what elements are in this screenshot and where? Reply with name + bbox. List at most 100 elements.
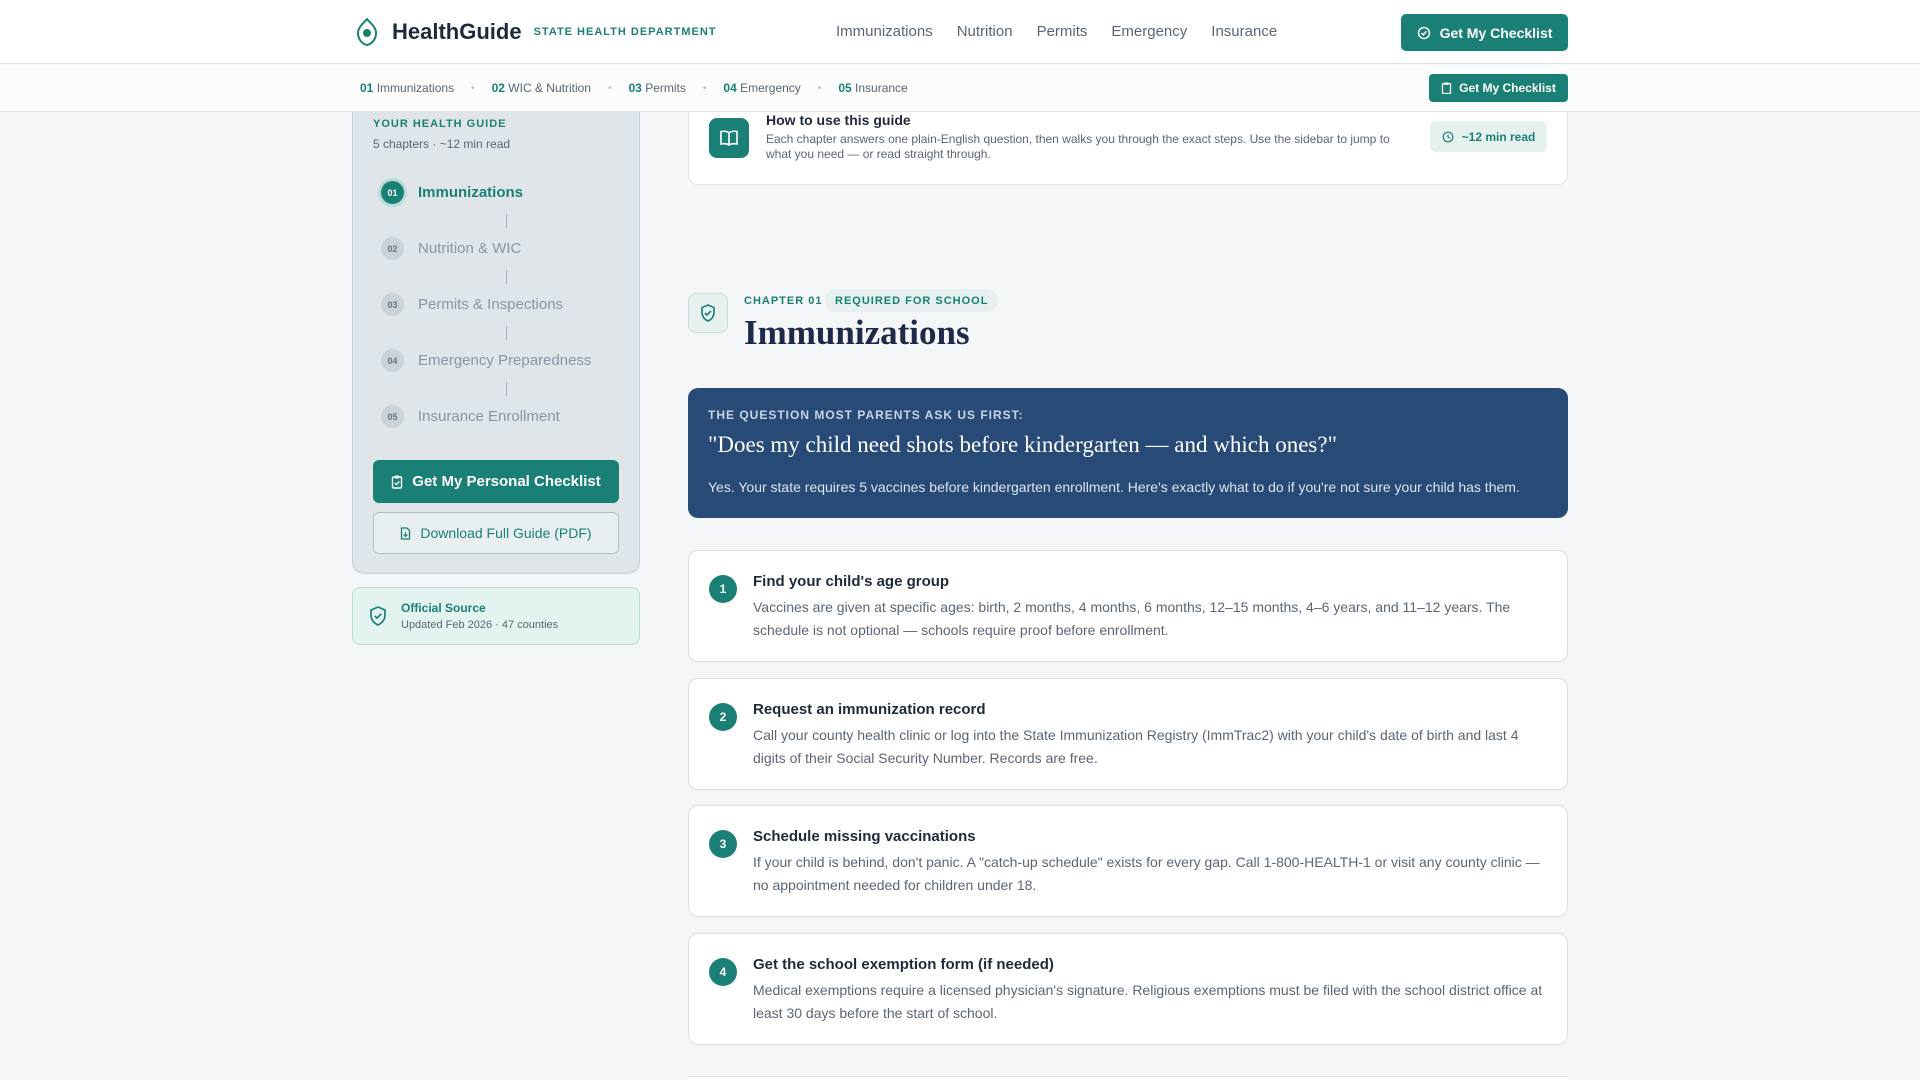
strip-num: 03	[628, 81, 642, 95]
next-card-edge	[688, 1076, 1568, 1080]
strip-item-emergency[interactable]: 04 Emergency	[723, 81, 800, 95]
how-to-card: How to use this guide Each chapter answe…	[688, 112, 1568, 185]
shield-icon	[688, 293, 728, 333]
top-header: HealthGuide STATE HEALTH DEPARTMENT Immu…	[0, 0, 1920, 64]
nav-insurance[interactable]: Insurance	[1211, 23, 1277, 40]
hero-kicker: THE QUESTION MOST PARENTS ASK US FIRST:	[708, 408, 1024, 422]
step-number: 3	[709, 830, 737, 858]
strip-num: 04	[723, 81, 737, 95]
sidebar-item-label: Immunizations	[418, 184, 524, 201]
personal-checklist-button[interactable]: Get My Personal Checklist	[373, 460, 619, 503]
nav-immunizations[interactable]: Immunizations	[836, 23, 933, 40]
how-to-title: How to use this guide	[766, 112, 911, 128]
read-time-label: ~12 min read	[1461, 129, 1536, 144]
strip-item-permits[interactable]: 03 Permits	[629, 81, 686, 95]
chapter-kicker: CHAPTER 01	[744, 295, 823, 307]
sidebar-item-immunizations[interactable]: 01 Immunizations	[381, 181, 523, 204]
strip-item-immunizations[interactable]: 01 Immunizations	[360, 81, 454, 95]
step-number: 2	[709, 703, 737, 731]
strip-checklist-label: Get My Checklist	[1459, 81, 1556, 95]
sidebar-item-label: Insurance Enrollment	[418, 408, 560, 425]
sidebar-item-number: 02	[381, 237, 404, 260]
read-time-badge: ~12 min read	[1430, 121, 1547, 152]
step-number: 4	[709, 958, 737, 986]
official-source-card: Official Source Updated Feb 2026 · 47 co…	[352, 587, 640, 645]
strip-item-insurance[interactable]: 05 Insurance	[838, 81, 907, 95]
chapter-title: Immunizations	[744, 313, 970, 352]
strip-label: Permits	[645, 81, 686, 95]
sidebar-item-insurance[interactable]: 05 Insurance Enrollment	[381, 405, 560, 428]
sidebar-item-label: Nutrition & WIC	[418, 240, 522, 257]
required-badge: REQUIRED FOR SCHOOL	[825, 289, 999, 312]
step-card: 1 Find your child's age group Vaccines a…	[688, 550, 1568, 662]
sidebar-item-number: 03	[381, 293, 404, 316]
sidebar-item-number: 04	[381, 349, 404, 372]
source-title: Official Source	[401, 601, 486, 615]
strip-label: WIC & Nutrition	[508, 81, 591, 95]
step-card: 2 Request an immunization record Call yo…	[688, 678, 1568, 790]
step-text: Medical exemptions require a licensed ph…	[753, 982, 1543, 1021]
strip-separator: •	[471, 82, 475, 94]
download-guide-label: Download Full Guide (PDF)	[420, 525, 592, 541]
question-hero: THE QUESTION MOST PARENTS ASK US FIRST: …	[688, 388, 1568, 518]
brand-name: HealthGuide	[392, 19, 522, 44]
strip-label: Emergency	[740, 81, 801, 95]
sidebar-item-nutrition[interactable]: 02 Nutrition & WIC	[381, 237, 521, 260]
step-title: Get the school exemption form (if needed…	[753, 956, 1054, 973]
hero-question: "Does my child need shots before kinderg…	[708, 432, 1337, 457]
clipboard-icon	[1441, 82, 1452, 94]
strip-num: 01	[360, 81, 374, 95]
how-to-text: Each chapter answers one plain-English q…	[766, 132, 1390, 161]
sidebar-item-label: Permits & Inspections	[418, 296, 564, 313]
sidebar-connector	[506, 326, 507, 340]
step-card: 4 Get the school exemption form (if need…	[688, 933, 1568, 1045]
sidebar-connector	[506, 382, 507, 396]
strip-item-wic[interactable]: 02 WIC & Nutrition	[492, 81, 591, 95]
brand-subtitle: STATE HEALTH DEPARTMENT	[533, 26, 717, 38]
step-title: Find your child's age group	[753, 573, 950, 590]
step-text: If your child is behind, don't panic. A …	[753, 854, 1540, 893]
strip-separator: •	[607, 82, 612, 94]
step-text: Vaccines are given at specific ages: bir…	[753, 599, 1511, 638]
chapter-strip: 01 Immunizations • 02 WIC & Nutrition • …	[0, 65, 1920, 112]
sidebar-item-emergency[interactable]: 04 Emergency Preparedness	[381, 349, 591, 372]
strip-label: Immunizations	[376, 81, 455, 95]
clipboard-icon	[392, 475, 403, 489]
strip-label: Insurance	[855, 81, 908, 95]
get-checklist-button[interactable]: Get My Checklist	[1401, 14, 1568, 51]
step-text: Call your county health clinic or log in…	[753, 727, 1519, 766]
clock-icon	[1442, 131, 1454, 142]
nav-permits[interactable]: Permits	[1037, 23, 1088, 40]
strip-separator: •	[817, 82, 822, 94]
hero-answer: Yes. Your state requires 5 vaccines befo…	[708, 479, 1520, 495]
sidebar-item-label: Emergency Preparedness	[418, 352, 592, 369]
sidebar-connector	[506, 214, 507, 228]
sidebar-meta: 5 chapters · ~12 min read	[373, 137, 511, 151]
nav-nutrition[interactable]: Nutrition	[957, 23, 1013, 40]
step-title: Schedule missing vaccinations	[753, 828, 976, 845]
sidebar-item-number: 05	[381, 405, 404, 428]
book-icon	[709, 118, 749, 158]
chapter-strip-items: 01 Immunizations • 02 WIC & Nutrition • …	[360, 81, 908, 95]
personal-checklist-label: Get My Personal Checklist	[412, 473, 601, 490]
sidebar-item-permits[interactable]: 03 Permits & Inspections	[381, 293, 563, 316]
check-circle-icon	[1417, 26, 1430, 39]
brand[interactable]: HealthGuide STATE HEALTH DEPARTMENT	[356, 18, 716, 46]
strip-separator: •	[702, 82, 707, 94]
sidebar-title: YOUR HEALTH GUIDE	[373, 118, 507, 130]
sidebar-connector	[506, 270, 507, 284]
logo-icon	[356, 18, 378, 46]
source-meta: Updated Feb 2026 · 47 counties	[401, 619, 559, 631]
shield-check-icon	[370, 606, 386, 626]
strip-num: 05	[838, 81, 852, 95]
sidebar: YOUR HEALTH GUIDE 5 chapters · ~12 min r…	[352, 112, 640, 574]
step-number: 1	[709, 575, 737, 603]
strip-num: 02	[491, 81, 505, 95]
nav-emergency[interactable]: Emergency	[1111, 23, 1187, 40]
main-nav: Immunizations Nutrition Permits Emergenc…	[836, 23, 1301, 40]
strip-checklist-button[interactable]: Get My Checklist	[1429, 74, 1568, 102]
step-title: Request an immunization record	[753, 701, 986, 718]
step-card: 3 Schedule missing vaccinations If your …	[688, 805, 1568, 917]
get-checklist-label: Get My Checklist	[1439, 24, 1553, 41]
download-guide-button[interactable]: Download Full Guide (PDF)	[373, 512, 619, 554]
